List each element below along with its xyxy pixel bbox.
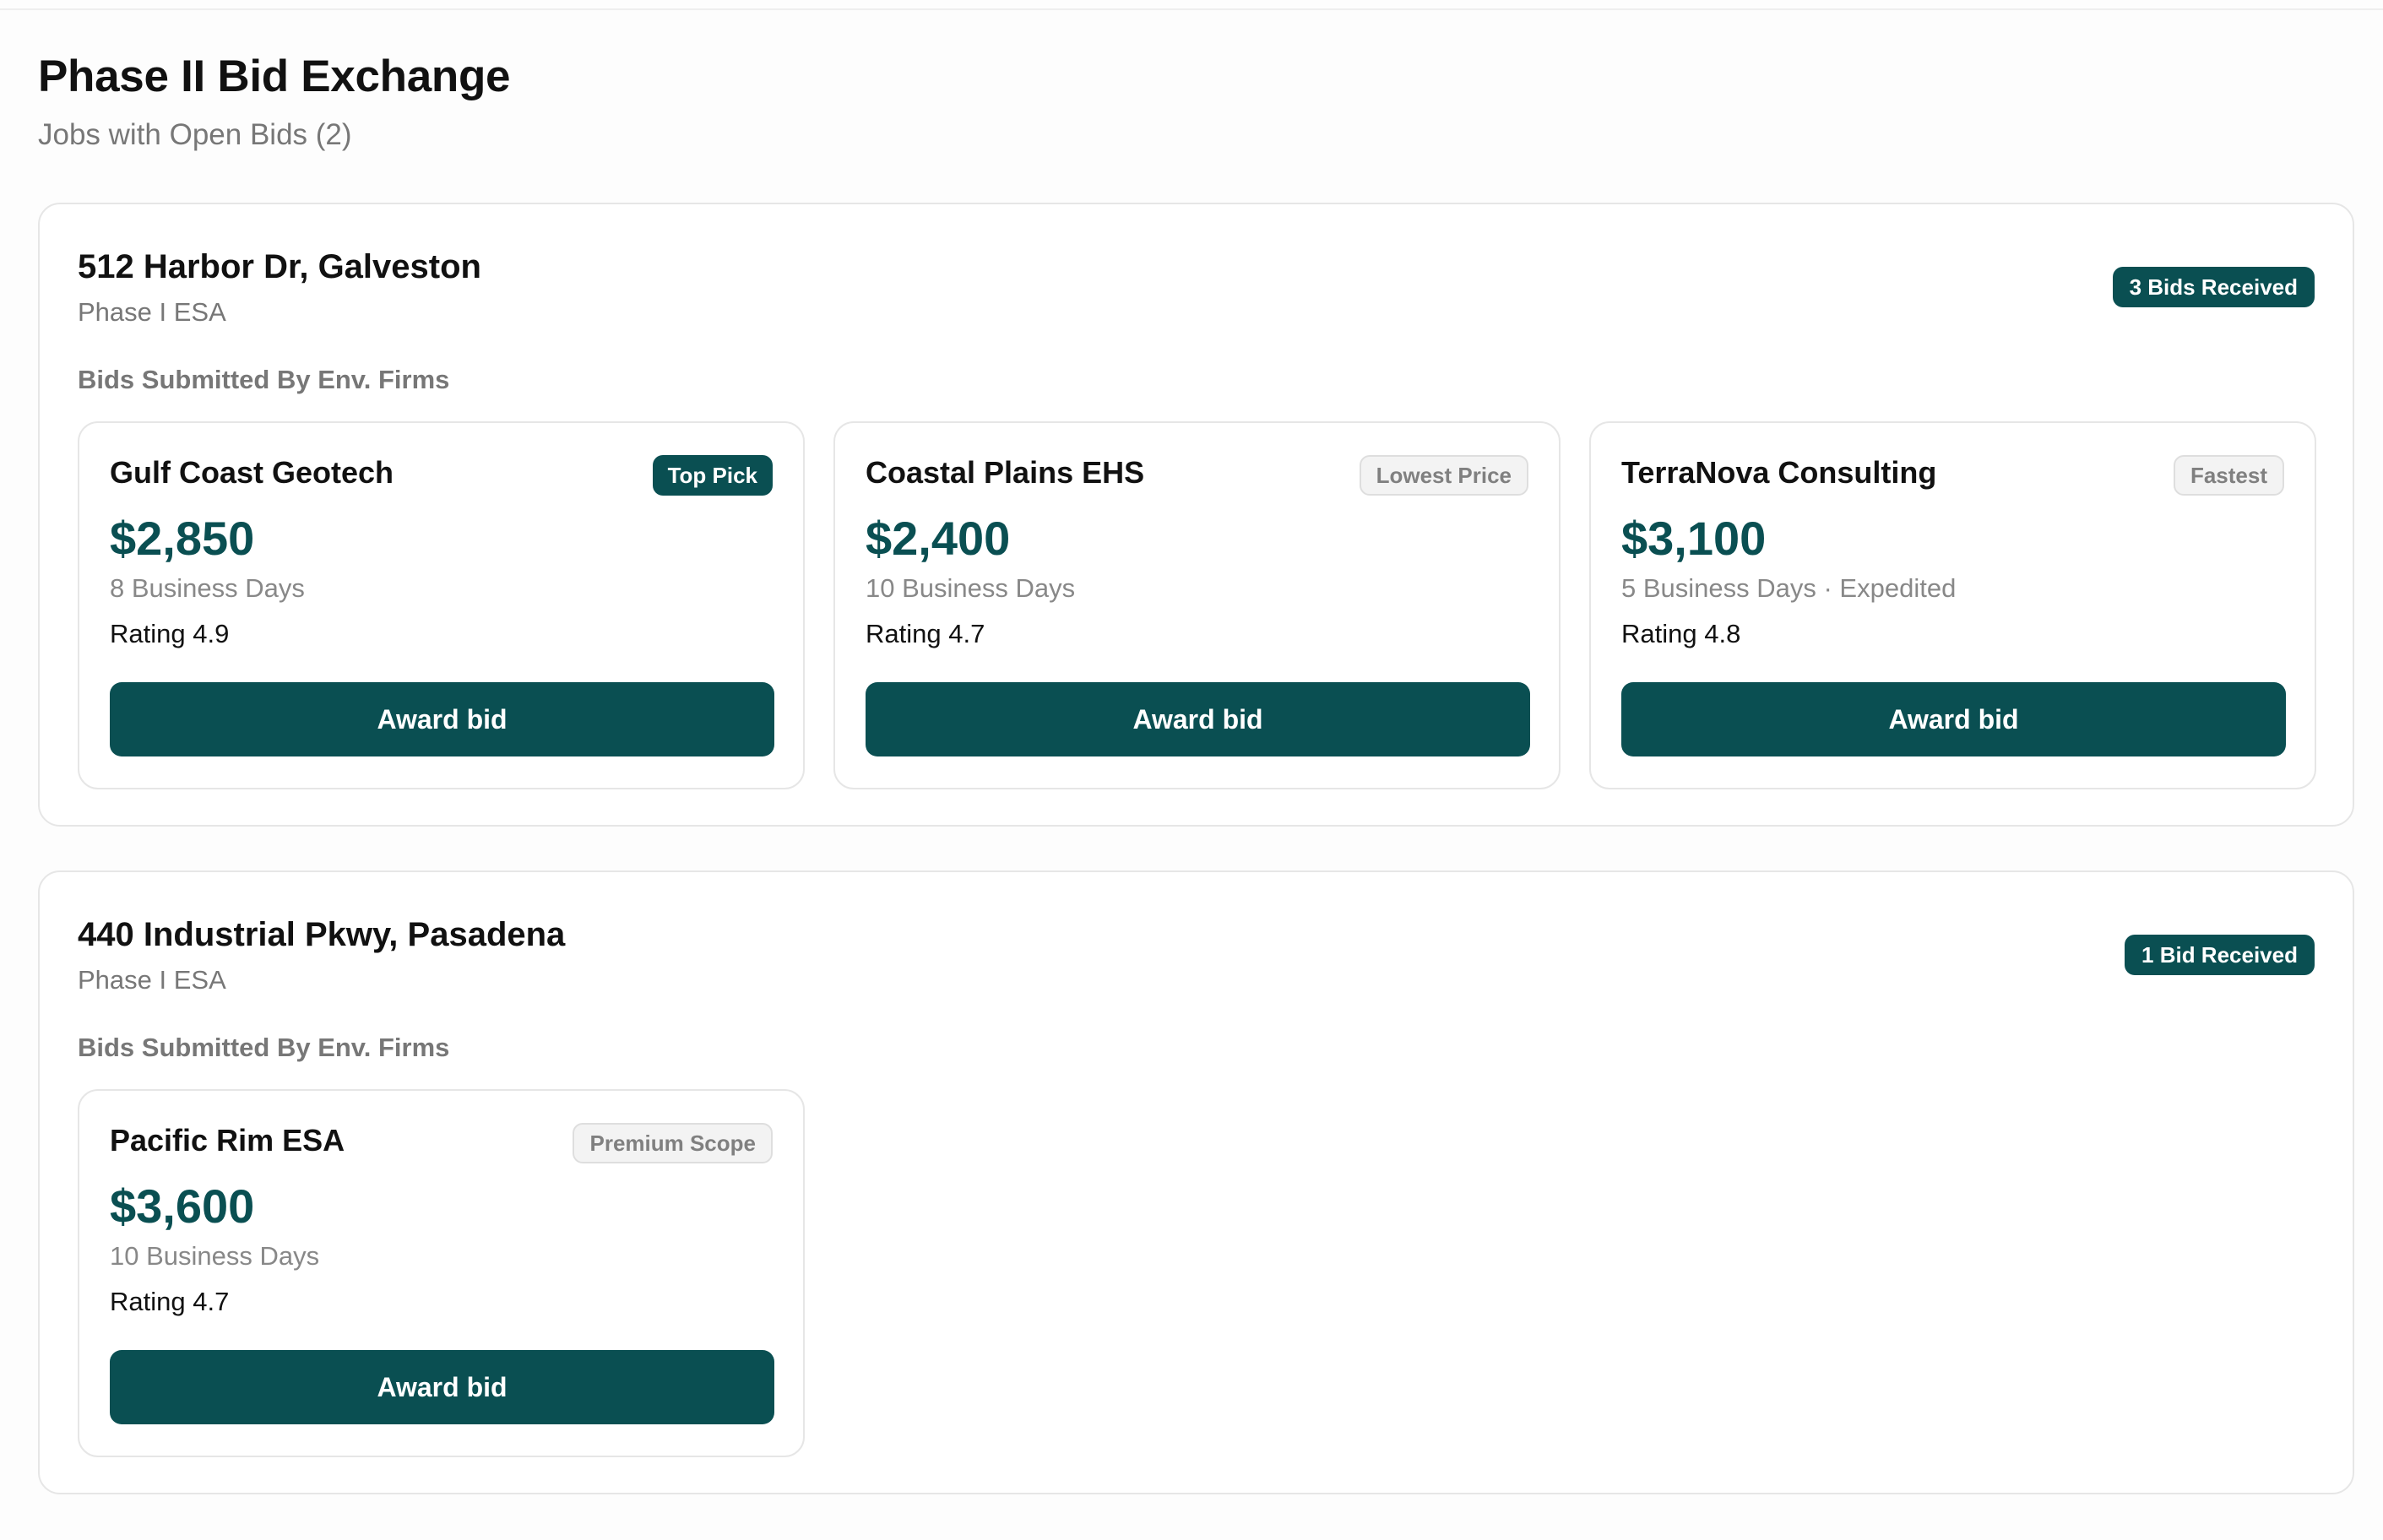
bid-card-terranova-consulting: TerraNova Consulting Fastest $3,100 5 Bu… <box>1589 421 2316 789</box>
firm-name: Gulf Coast Geotech <box>110 455 394 490</box>
bid-price: $2,850 <box>110 512 255 565</box>
page-subtitle: Jobs with Open Bids (2) <box>38 118 352 151</box>
firm-name: Pacific Rim ESA <box>110 1123 345 1158</box>
job-card-industrial-pkwy: 440 Industrial Pkwy, Pasadena Phase I ES… <box>38 870 2354 1494</box>
page: Phase II Bid Exchange Jobs with Open Bid… <box>0 0 2383 1540</box>
bids-section-label: Bids Submitted By Env. Firms <box>78 365 450 394</box>
premium-scope-badge: Premium Scope <box>573 1123 773 1163</box>
firm-name: Coastal Plains EHS <box>866 455 1145 490</box>
bid-timeline: 10 Business Days <box>110 1241 320 1271</box>
bid-timeline: 10 Business Days <box>866 573 1076 603</box>
award-bid-button[interactable]: Award bid <box>866 682 1530 756</box>
bids-received-badge: 3 Bids Received <box>2112 267 2315 307</box>
bid-price: $2,400 <box>866 512 1011 565</box>
bid-timeline: 5 Business Days · Expedited <box>1621 573 1957 603</box>
job-type: Phase I ESA <box>78 965 226 995</box>
bid-price: $3,100 <box>1621 512 1767 565</box>
bids-received-badge: 1 Bid Received <box>2125 935 2315 975</box>
bid-card-gulf-coast-geotech: Gulf Coast Geotech Top Pick $2,850 8 Bus… <box>78 421 805 789</box>
bid-rating: Rating 4.9 <box>110 619 230 648</box>
bid-price: $3,600 <box>110 1179 255 1233</box>
bids-section-label: Bids Submitted By Env. Firms <box>78 1033 450 1062</box>
job-address: 512 Harbor Dr, Galveston <box>78 248 481 285</box>
firm-name: TerraNova Consulting <box>1621 455 1937 490</box>
bid-rating: Rating 4.7 <box>866 619 985 648</box>
job-address: 440 Industrial Pkwy, Pasadena <box>78 916 566 953</box>
bid-rating: Rating 4.7 <box>110 1287 230 1316</box>
lowest-price-badge: Lowest Price <box>1359 455 1528 496</box>
award-bid-button[interactable]: Award bid <box>1621 682 2286 756</box>
award-bid-button[interactable]: Award bid <box>110 682 774 756</box>
bid-card-coastal-plains-ehs: Coastal Plains EHS Lowest Price $2,400 1… <box>833 421 1561 789</box>
bid-timeline: 8 Business Days <box>110 573 305 603</box>
page-title: Phase II Bid Exchange <box>38 52 511 101</box>
top-divider <box>0 8 2383 10</box>
job-card-harbor-dr: 512 Harbor Dr, Galveston Phase I ESA 3 B… <box>38 203 2354 827</box>
job-type: Phase I ESA <box>78 297 226 327</box>
bid-rating: Rating 4.8 <box>1621 619 1741 648</box>
top-pick-badge: Top Pick <box>652 455 773 496</box>
fastest-badge: Fastest <box>2173 455 2284 496</box>
bid-card-pacific-rim-esa: Pacific Rim ESA Premium Scope $3,600 10 … <box>78 1089 805 1457</box>
award-bid-button[interactable]: Award bid <box>110 1350 774 1424</box>
